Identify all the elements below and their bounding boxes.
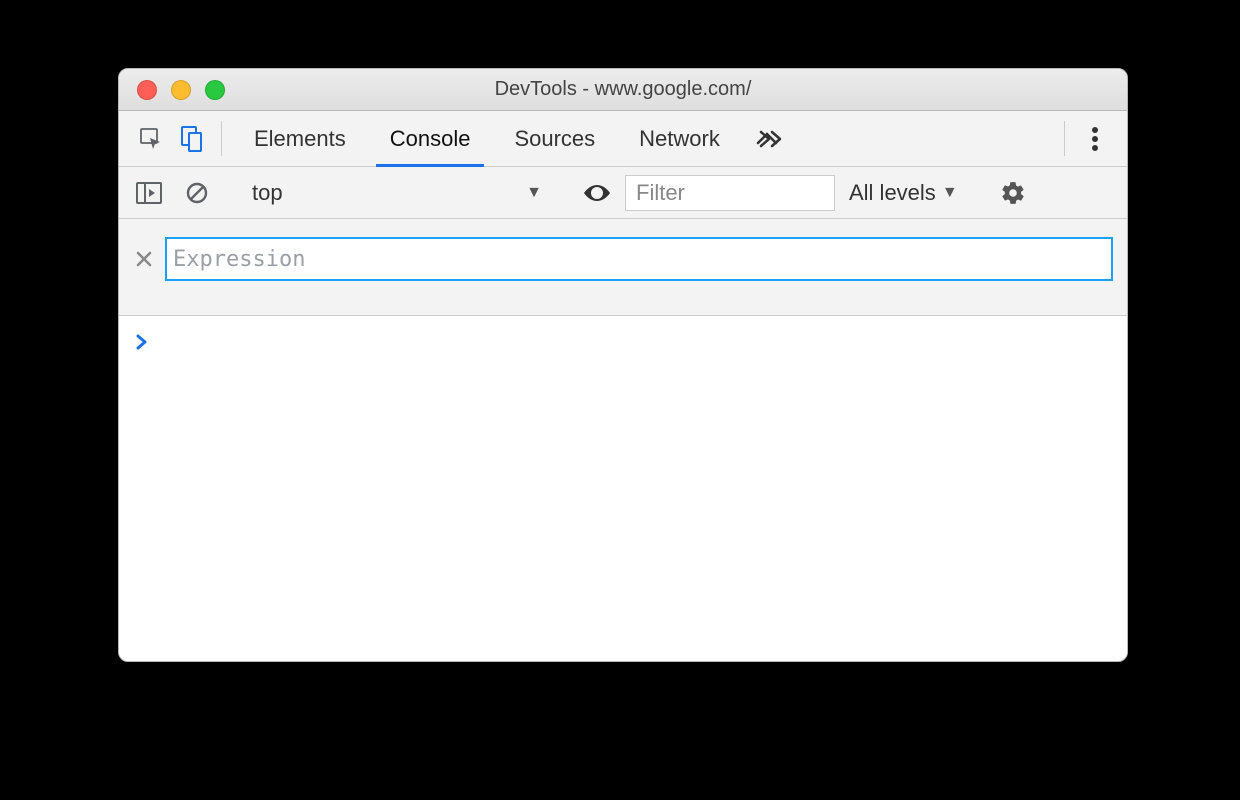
zoom-window-button[interactable] (205, 80, 225, 100)
device-toolbar-icon[interactable] (171, 111, 211, 166)
tab-sources[interactable]: Sources (492, 111, 617, 166)
tab-network[interactable]: Network (617, 111, 742, 166)
tab-label: Network (639, 126, 720, 152)
tab-label: Console (390, 126, 471, 152)
tab-label: Elements (254, 126, 346, 152)
remove-expression-icon[interactable] (133, 248, 155, 270)
inspect-element-icon[interactable] (131, 111, 171, 166)
main-tabs-bar: Elements Console Sources Network (119, 111, 1127, 167)
chevron-down-icon: ▼ (526, 184, 542, 202)
console-output[interactable] (119, 316, 1127, 661)
tab-elements[interactable]: Elements (232, 111, 368, 166)
live-expression-area (119, 219, 1127, 316)
minimize-window-button[interactable] (171, 80, 191, 100)
kebab-menu-icon[interactable] (1075, 111, 1115, 166)
tab-console[interactable]: Console (368, 111, 493, 166)
close-window-button[interactable] (137, 80, 157, 100)
separator (221, 121, 222, 156)
window-title: DevTools - www.google.com/ (119, 78, 1127, 101)
toggle-sidebar-icon[interactable] (129, 173, 169, 213)
context-label: top (252, 180, 283, 206)
clear-console-icon[interactable] (177, 173, 217, 213)
live-expression-eye-icon[interactable] (577, 173, 617, 213)
live-expression-input-wrapper (165, 237, 1113, 281)
chevron-down-icon: ▼ (942, 184, 958, 202)
console-toolbar: top ▼ All levels ▼ (119, 167, 1127, 219)
panel-tabs: Elements Console Sources Network (232, 111, 742, 166)
separator (1064, 121, 1065, 156)
tab-label: Sources (514, 126, 595, 152)
devtools-window: DevTools - www.google.com/ Elements Cons… (118, 68, 1128, 662)
console-settings-gear-icon[interactable] (993, 173, 1033, 213)
live-expression-input[interactable] (171, 239, 1107, 279)
filter-input-wrapper (625, 175, 835, 211)
filter-input[interactable] (626, 176, 834, 210)
window-controls (119, 80, 225, 100)
execution-context-select[interactable]: top ▼ (242, 175, 552, 211)
titlebar: DevTools - www.google.com/ (119, 69, 1127, 111)
log-levels-select[interactable]: All levels ▼ (843, 180, 964, 206)
console-prompt-caret (135, 328, 149, 352)
levels-label: All levels (849, 180, 936, 206)
